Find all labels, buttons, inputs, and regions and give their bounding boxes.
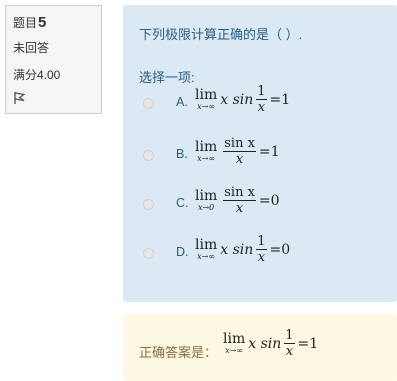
formula-prefix: x sin	[220, 91, 254, 108]
lim-word: lim	[195, 188, 218, 204]
correct-answer-formula: lim x→∞ x sin 1x =1	[223, 328, 318, 359]
option-b-formula: lim x→∞ sin xx =1	[195, 136, 280, 167]
option-c-radio[interactable]	[143, 199, 154, 210]
option-letter: D.	[176, 245, 189, 259]
question-info-panel: 题目5 未回答 满分4.00	[5, 5, 102, 114]
option-letter: C.	[176, 196, 189, 210]
option-d-radio[interactable]	[143, 248, 154, 259]
lim-operator: lim x→∞	[223, 332, 245, 355]
question-status: 未回答	[13, 41, 50, 55]
fraction: sin xx	[223, 185, 256, 216]
lim-operator: lim x→∞	[195, 88, 217, 111]
lim-word: lim	[195, 139, 218, 155]
formula-rhs: =0	[258, 192, 280, 209]
denominator: x	[285, 344, 294, 359]
lim-subscript: x→0	[197, 203, 215, 212]
formula-prefix: x sin	[220, 241, 254, 258]
answer-panel: 正确答案是： lim x→∞ x sin 1x =1	[123, 314, 397, 381]
correct-answer-label: 正确答案是：	[139, 345, 218, 360]
numerator: 1	[257, 234, 266, 249]
lim-word: lim	[195, 237, 218, 253]
option-b-radio[interactable]	[143, 150, 154, 161]
lim-subscript: x→∞	[197, 252, 216, 261]
flag-icon[interactable]	[13, 91, 27, 105]
option-a-formula: lim x→∞ x sin 1x =1	[195, 84, 290, 115]
lim-subscript: x→∞	[225, 346, 244, 355]
numerator: 1	[285, 328, 294, 343]
formula-prefix: x sin	[248, 335, 282, 352]
question-panel: 下列极限计算正确的是（ ）. 选择一项: A. lim x→∞ x sin 1x …	[123, 5, 397, 302]
option-d[interactable]: D. lim x→∞ x sin 1x =0	[143, 234, 383, 288]
formula-rhs: =1	[269, 91, 291, 108]
denominator: x	[235, 152, 244, 167]
question-label: 题目	[13, 16, 38, 30]
lim-subscript: x→∞	[197, 154, 216, 163]
option-b[interactable]: B. lim x→∞ sin xx =1	[143, 136, 383, 190]
option-a-radio[interactable]	[143, 98, 154, 109]
formula-rhs: =1	[258, 143, 280, 160]
denominator: x	[257, 100, 266, 115]
numerator: sin x	[224, 185, 255, 200]
question-number-value: 5	[38, 14, 47, 31]
numerator: sin x	[224, 136, 255, 151]
formula-rhs: =0	[269, 241, 291, 258]
option-c-formula: lim x→0 sin xx =0	[195, 185, 280, 216]
question-number: 题目5	[13, 14, 94, 32]
fraction: sin xx	[223, 136, 256, 167]
fraction: 1x	[256, 234, 267, 265]
formula-rhs: =1	[297, 335, 319, 352]
lim-operator: lim x→0	[195, 189, 217, 212]
fraction: 1x	[284, 328, 295, 359]
option-c[interactable]: C. lim x→0 sin xx =0	[143, 185, 383, 239]
option-d-formula: lim x→∞ x sin 1x =0	[195, 234, 290, 265]
option-letter: A.	[176, 95, 188, 109]
fraction: 1x	[256, 84, 267, 115]
lim-subscript: x→∞	[197, 102, 216, 111]
question-text: 下列极限计算正确的是（ ）.	[139, 27, 303, 42]
denominator: x	[257, 250, 266, 265]
question-mark: 满分4.00	[13, 68, 61, 82]
option-letter: B.	[176, 147, 188, 161]
lim-operator: lim x→∞	[195, 140, 217, 163]
denominator: x	[235, 201, 244, 216]
numerator: 1	[257, 84, 266, 99]
lim-word: lim	[223, 331, 246, 347]
lim-operator: lim x→∞	[195, 238, 217, 261]
lim-word: lim	[195, 87, 218, 103]
option-a[interactable]: A. lim x→∞ x sin 1x =1	[143, 84, 383, 138]
choose-one-prompt: 选择一项:	[139, 70, 195, 85]
